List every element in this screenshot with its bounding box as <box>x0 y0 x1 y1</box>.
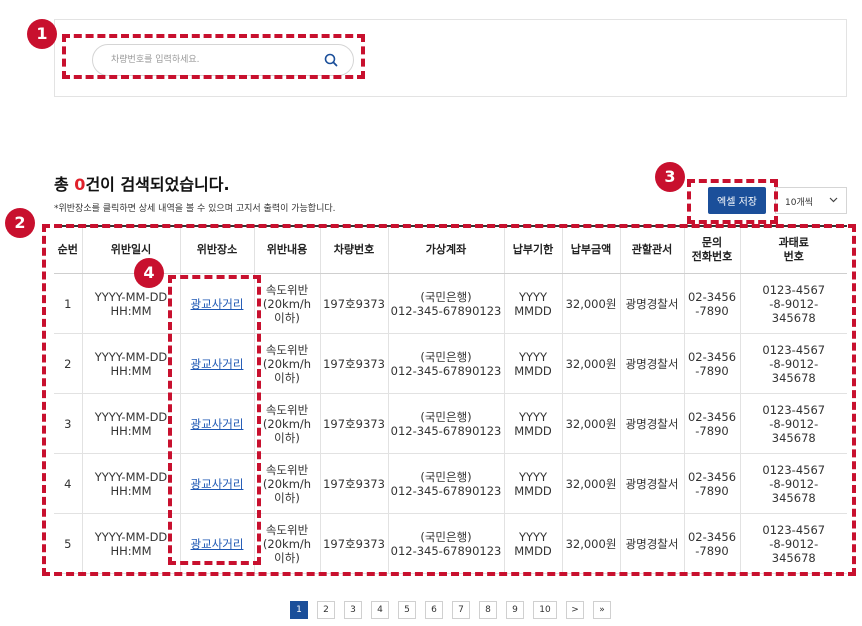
page-10-button[interactable]: 10 <box>533 601 557 619</box>
page-size-select[interactable]: 10개씩 <box>775 187 847 214</box>
page-4-button[interactable]: 4 <box>371 601 389 619</box>
page-1-button[interactable]: 1 <box>290 601 308 619</box>
annotation-box-table <box>42 224 856 576</box>
annotation-box-search <box>62 34 365 79</box>
page-7-button[interactable]: 7 <box>452 601 470 619</box>
annotation-box-excel <box>687 179 778 224</box>
page-9-button[interactable]: 9 <box>506 601 524 619</box>
page-size-label: 10개씩 <box>785 198 814 208</box>
annotation-marker-4: 4 <box>134 258 164 288</box>
annotation-marker-2: 2 <box>5 208 35 238</box>
annotation-box-location <box>168 275 261 565</box>
result-count: 0 <box>74 175 86 194</box>
result-note: *위반장소를 클릭하면 상세 내역을 볼 수 있으며 고지서 출력이 가능합니다… <box>54 204 336 214</box>
page-5-button[interactable]: 5 <box>398 601 416 619</box>
chevron-down-icon <box>829 197 838 203</box>
annotation-marker-1: 1 <box>27 19 57 49</box>
page-3-button[interactable]: 3 <box>344 601 362 619</box>
result-title-suffix: 건이 검색되었습니다. <box>85 175 230 194</box>
annotation-marker-3: 3 <box>655 162 685 192</box>
page-6-button[interactable]: 6 <box>425 601 443 619</box>
page-8-button[interactable]: 8 <box>479 601 497 619</box>
last-page-button[interactable]: » <box>593 601 611 619</box>
next-page-button[interactable]: > <box>566 601 584 619</box>
result-title: 총 0건이 검색되었습니다. <box>54 171 230 195</box>
page-2-button[interactable]: 2 <box>317 601 335 619</box>
result-title-prefix: 총 <box>54 175 75 194</box>
